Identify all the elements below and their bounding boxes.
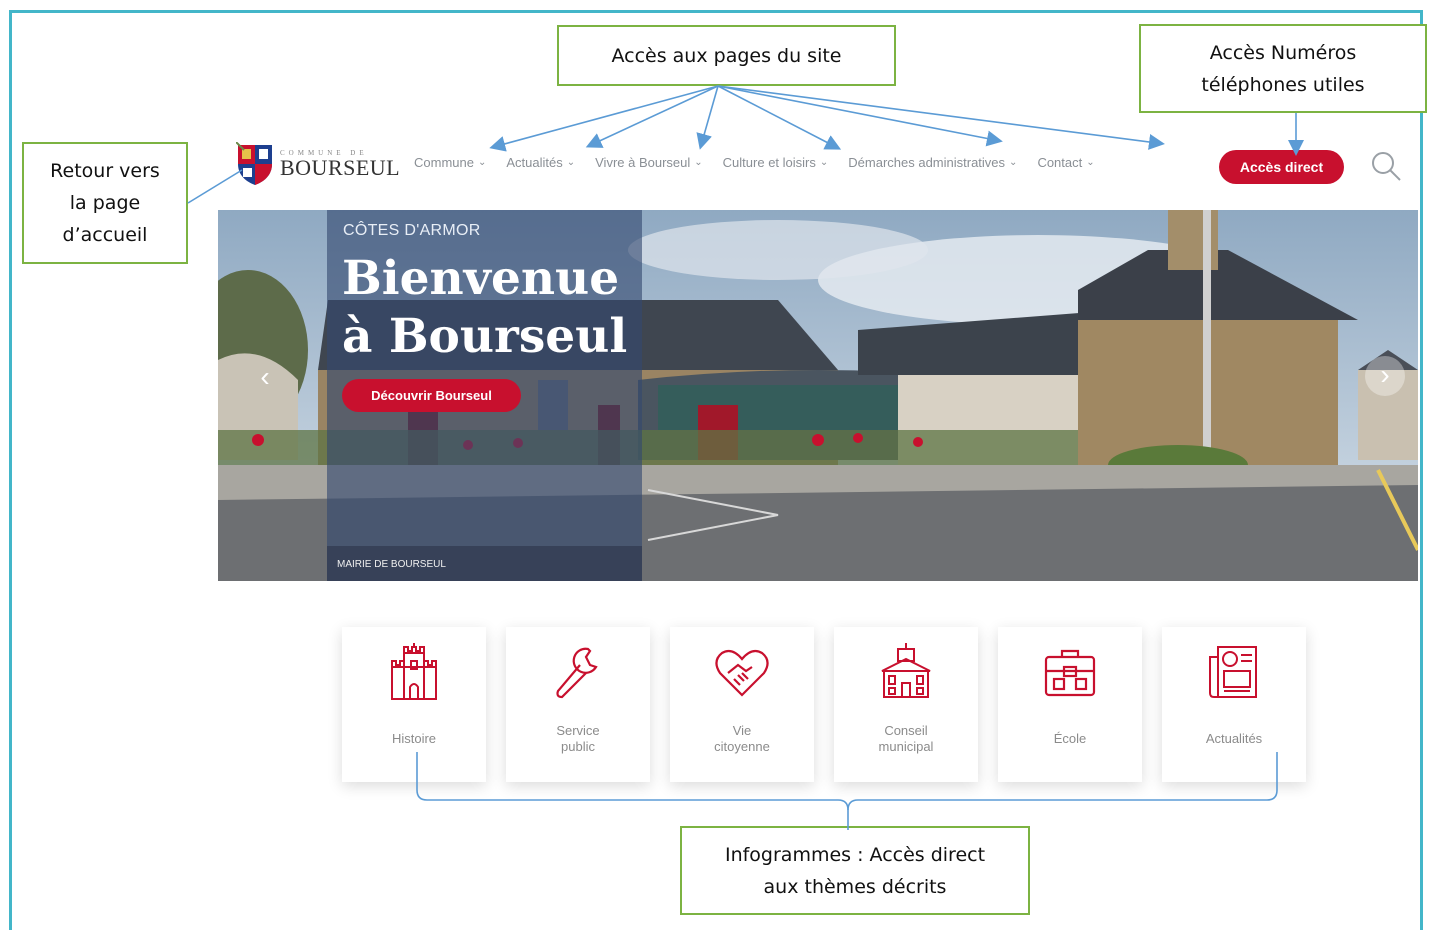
chevron-down-icon: ⌄ <box>694 157 703 168</box>
site-logo[interactable]: COMMUNE DE BOURSEUL <box>236 142 400 186</box>
theme-tiles: Histoire Service public Vie citoyenne Co… <box>342 627 1306 782</box>
nav-item-culture[interactable]: Culture et loisirs ⌄ <box>723 155 829 170</box>
tile-label: Conseil municipal <box>878 723 934 754</box>
tile-label: Actualités <box>1205 731 1263 746</box>
callout-useful-phones-text: Accès Numéros téléphones utiles <box>1201 41 1365 96</box>
nav-item-demarches[interactable]: Démarches administratives ⌄ <box>848 155 1017 170</box>
tile-label: Histoire <box>391 731 437 746</box>
carousel-next-icon[interactable]: › <box>1365 356 1405 396</box>
nav-label: Contact <box>1037 155 1083 170</box>
tile-ecole[interactable]: École <box>998 627 1142 782</box>
hero-banner: CÔTES D'ARMOR Bienvenue à Bourseul Décou… <box>218 210 1418 581</box>
town-hall-icon <box>881 643 931 698</box>
tile-service-public[interactable]: Service public <box>506 627 650 782</box>
nav-label: Vivre à Bourseul <box>595 155 691 170</box>
tile-label: Vie citoyenne <box>714 723 770 754</box>
nav-item-vivre[interactable]: Vivre à Bourseul ⌄ <box>595 155 703 170</box>
tile-label: École <box>1053 731 1087 746</box>
tile-vie-citoyenne[interactable]: Vie citoyenne <box>670 627 814 782</box>
tile-label: Service public <box>556 723 600 754</box>
chevron-down-icon: ⌄ <box>477 157 487 168</box>
tile-actualites[interactable]: Actualités <box>1162 627 1306 782</box>
nav-item-actualites[interactable]: Actualités ⌄ <box>506 155 575 170</box>
chevron-down-icon: ⌄ <box>566 157 576 168</box>
coat-of-arms-icon <box>236 142 272 185</box>
hero-caption-text: MAIRIE DE BOURSEUL <box>337 559 446 570</box>
tile-conseil-municipal[interactable]: Conseil municipal <box>834 627 978 782</box>
callout-useful-phones: Accès Numéros téléphones utiles <box>1139 24 1427 113</box>
tile-histoire[interactable]: Histoire <box>342 627 486 782</box>
chevron-down-icon: ⌄ <box>1086 157 1095 168</box>
direct-access-button[interactable]: Accès direct <box>1219 150 1344 184</box>
school-bag-icon <box>1044 649 1096 697</box>
chevron-down-icon: ⌄ <box>819 157 829 168</box>
nav-item-contact[interactable]: Contact ⌄ <box>1037 155 1094 170</box>
discover-button[interactable]: Découvrir Bourseul <box>342 379 521 412</box>
newspaper-icon <box>1209 646 1257 698</box>
main-nav: Commune ⌄ Actualités ⌄ Vivre à Bourseul ⌄ C… <box>414 155 1115 170</box>
callout-infographics: Infogrammes : Accès direct aux thèmes dé… <box>680 826 1030 915</box>
chevron-down-icon: ⌄ <box>1009 157 1018 168</box>
nav-label: Démarches administratives <box>848 155 1006 170</box>
nav-item-commune[interactable]: Commune ⌄ <box>414 155 486 170</box>
castle-icon <box>391 643 437 700</box>
callout-home-return: Retour vers la page d’accueil <box>22 142 188 264</box>
hero-title: Bienvenue à Bourseul <box>342 251 628 364</box>
callout-infographics-text: Infogrammes : Accès direct aux thèmes dé… <box>724 843 986 898</box>
handshake-heart-icon <box>715 649 769 697</box>
callout-site-pages-text: Accès aux pages du site <box>611 44 842 67</box>
nav-label: Actualités <box>506 155 563 170</box>
callout-home-return-text: Retour vers la page d’accueil <box>50 160 160 246</box>
search-icon[interactable] <box>1370 150 1402 182</box>
nav-label: Culture et loisirs <box>722 155 816 170</box>
carousel-prev-icon[interactable]: ‹ <box>248 360 282 394</box>
callout-site-pages: Accès aux pages du site <box>557 25 896 86</box>
logo-title: BOURSEUL <box>280 154 401 180</box>
hero-region-label: CÔTES D'ARMOR <box>343 222 481 239</box>
hero-caption: MAIRIE DE BOURSEUL <box>327 546 642 581</box>
nav-label: Commune <box>414 155 474 170</box>
wrench-icon <box>556 647 598 699</box>
